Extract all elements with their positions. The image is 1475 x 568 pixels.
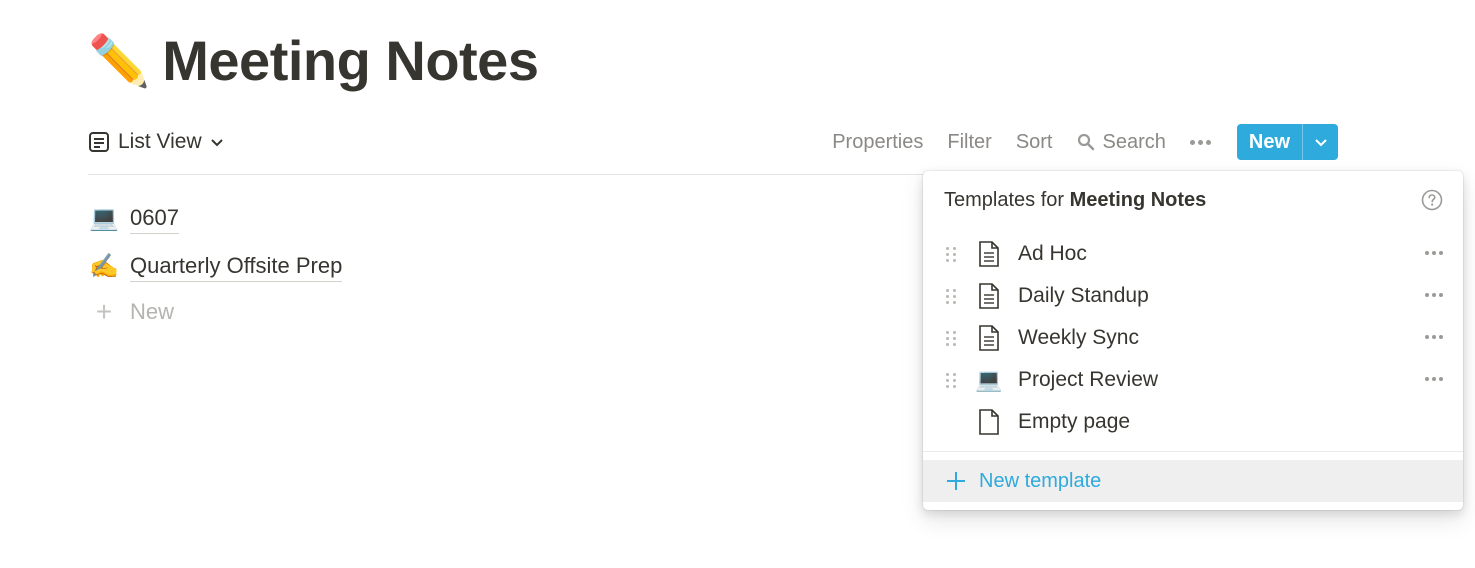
dropdown-divider (923, 451, 1463, 452)
template-name: Weekly Sync (1018, 326, 1139, 349)
plus-icon: + (95, 296, 113, 327)
template-name: Project Review (1018, 368, 1159, 391)
empty-page-icon (976, 409, 1002, 435)
new-button-group: New (1236, 124, 1338, 160)
new-template-label: New template (979, 469, 1102, 492)
add-new-label: New (130, 299, 175, 324)
template-more-icon[interactable] (1425, 293, 1443, 297)
template-more-icon[interactable] (1425, 335, 1443, 339)
list-item-name: Quarterly Offsite Prep (130, 251, 343, 282)
properties-button[interactable]: Properties (832, 131, 923, 154)
laptop-emoji-icon: 💻 (89, 204, 119, 232)
drag-handle-icon[interactable] (946, 329, 956, 347)
templates-header-prefix: Templates for (944, 189, 1065, 211)
laptop-emoji-icon: 💻 (975, 367, 1003, 392)
new-dropdown-toggle[interactable] (1302, 124, 1338, 160)
template-item[interactable]: Daily Standup (923, 275, 1463, 317)
drag-handle-icon[interactable] (946, 245, 956, 263)
chevron-down-icon (210, 135, 224, 149)
sort-button[interactable]: Sort (1016, 131, 1053, 154)
more-options-icon[interactable] (1189, 139, 1211, 145)
writing-hand-emoji-icon: ✍️ (89, 252, 119, 280)
document-icon (976, 325, 1002, 351)
new-template-button[interactable]: New template (923, 460, 1463, 502)
add-new-row-button[interactable]: + New (88, 290, 342, 334)
templates-header-db: Meeting Notes (1069, 189, 1207, 211)
help-icon[interactable] (1421, 189, 1443, 211)
new-button[interactable]: New (1237, 124, 1302, 160)
page-title-text[interactable]: Meeting Notes (162, 26, 539, 96)
list-item[interactable]: ✍️ Quarterly Offsite Prep (88, 242, 343, 290)
templates-dropdown: Templates for Meeting Notes Ad Hoc Daily… (923, 171, 1463, 510)
search-button[interactable]: Search (1077, 131, 1166, 154)
database-toolbar: List View Properties Filter Sort Search … (88, 122, 1338, 162)
template-name: Ad Hoc (1018, 242, 1087, 265)
filter-button[interactable]: Filter (947, 131, 991, 154)
view-label: List View (118, 130, 202, 153)
list-item-name: 0607 (130, 203, 179, 234)
template-more-icon[interactable] (1425, 251, 1443, 255)
template-item[interactable]: Ad Hoc (923, 233, 1463, 275)
drag-handle-icon[interactable] (946, 287, 956, 305)
drag-handle-placeholder (946, 413, 956, 431)
search-icon (1077, 133, 1094, 151)
document-icon (976, 283, 1002, 309)
toolbar-actions: Properties Filter Sort Search New (832, 124, 1338, 160)
search-label: Search (1102, 130, 1166, 153)
drag-handle-icon[interactable] (946, 371, 956, 389)
templates-list: Ad Hoc Daily Standup Weekly Sync 💻 Proje… (923, 233, 1463, 443)
page-list: 💻 0607 ✍️ Quarterly Offsite Prep + New (88, 194, 343, 334)
templates-header: Templates for Meeting Notes (944, 189, 1206, 212)
plus-icon (943, 468, 969, 494)
list-item[interactable]: 💻 0607 (88, 194, 342, 242)
template-name: Empty page (1018, 410, 1131, 433)
document-icon (976, 241, 1002, 267)
pencil-emoji-icon[interactable]: ✏️ (88, 31, 150, 91)
chevron-down-icon (1314, 139, 1327, 147)
view-switcher[interactable]: List View (88, 130, 224, 154)
template-item-empty-page[interactable]: Empty page (923, 401, 1463, 443)
template-more-icon[interactable] (1425, 377, 1443, 381)
template-item[interactable]: Weekly Sync (923, 317, 1463, 359)
page-title: ✏️ Meeting Notes (88, 26, 539, 96)
template-name: Daily Standup (1018, 284, 1149, 307)
template-item[interactable]: 💻 Project Review (923, 359, 1463, 401)
list-view-icon (88, 131, 110, 153)
